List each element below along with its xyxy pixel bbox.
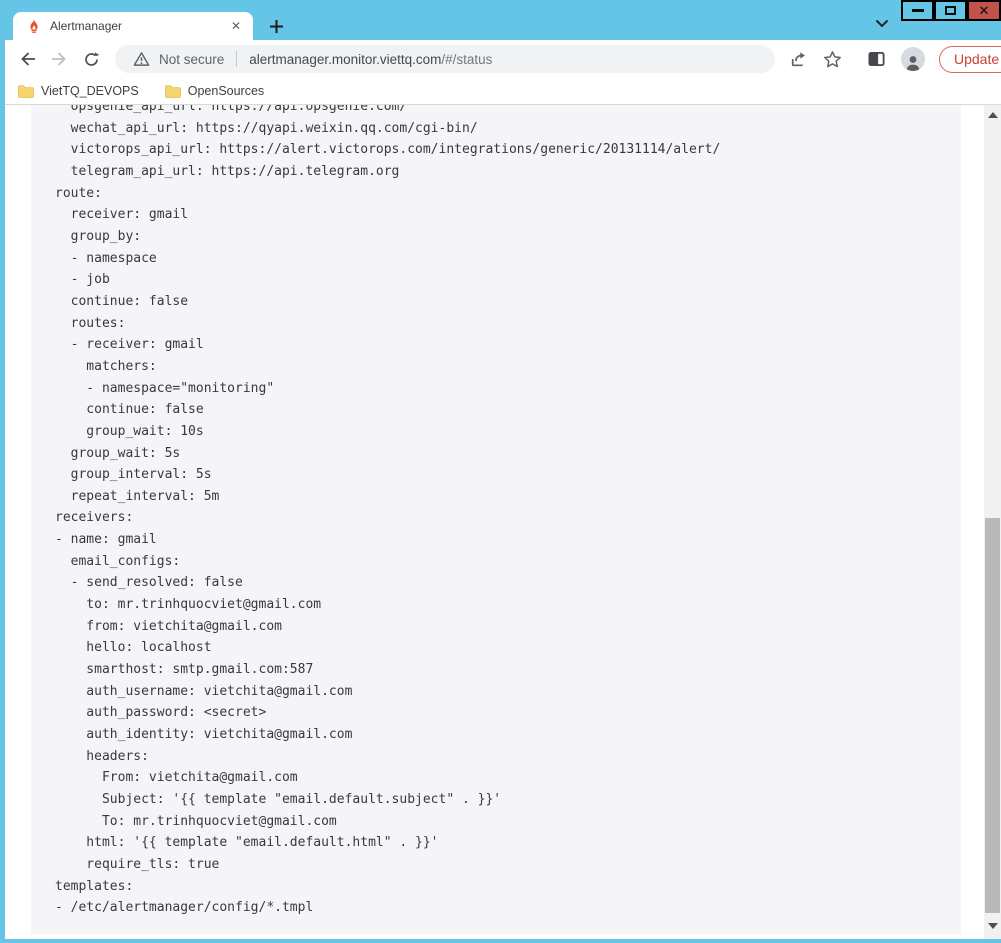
profile-avatar[interactable] [901,47,925,71]
tab-title: Alertmanager [50,19,123,33]
minimize-icon [911,9,924,12]
page-content: opsgenie_api_url: https://api.opsgenie.c… [0,105,1001,939]
minimize-button[interactable] [901,0,934,21]
close-icon: ✕ [978,3,990,18]
window-controls: ✕ [901,0,1001,21]
not-secure-warning-icon [133,52,150,66]
maximize-button[interactable] [934,0,967,21]
close-button[interactable]: ✕ [967,0,1001,21]
url-text: alertmanager.monitor.viettq.com/#/status [249,52,492,67]
security-label: Not secure [159,51,225,67]
tab-close-icon[interactable]: ✕ [227,17,245,35]
chrome-update-button[interactable]: Update [939,45,1001,73]
scroll-down-button[interactable] [984,918,1001,934]
update-label: Update [954,51,1000,67]
triangle-down-icon [987,923,998,929]
address-bar[interactable]: Not secure alertmanager.monitor.viettq.c… [115,45,775,73]
share-button[interactable] [783,44,813,74]
side-panel-icon [868,52,884,66]
chevron-down-icon [875,19,889,27]
url-domain: alertmanager.monitor.viettq.com [249,51,442,67]
back-button[interactable] [14,45,42,73]
back-arrow-icon [21,52,35,66]
share-icon [791,51,805,66]
vertical-scrollbar[interactable] [984,105,1001,939]
star-icon [823,50,841,67]
reload-button[interactable] [77,45,105,73]
bookmark-folder-viettq-devops[interactable]: VietTQ_DEVOPS [18,84,139,98]
bookmark-label: VietTQ_DEVOPS [41,84,139,98]
triangle-up-icon [987,112,998,118]
titlebar: Alertmanager ✕ ✕ [0,0,1001,40]
forward-arrow-icon [52,52,66,66]
folder-icon [18,84,34,98]
browser-toolbar: Not secure alertmanager.monitor.viettq.c… [0,40,1001,78]
bookmark-star-button[interactable] [817,44,847,74]
url-path: /#/status [441,51,493,67]
bookmark-label: OpenSources [187,84,265,98]
omnibox-divider [236,51,238,67]
bookmark-folder-opensources[interactable]: OpenSources [164,84,265,98]
alertmanager-config-yaml: opsgenie_api_url: https://api.opsgenie.c… [55,105,721,916]
new-tab-button[interactable] [264,14,288,38]
alertmanager-config-block: opsgenie_api_url: https://api.opsgenie.c… [31,105,961,934]
plus-icon [269,19,283,33]
maximize-icon [945,6,956,15]
reload-icon [84,51,99,66]
forward-button[interactable] [45,45,73,73]
person-icon [906,56,920,71]
scroll-up-button[interactable] [984,107,1001,123]
bookmarks-bar: VietTQ_DEVOPS OpenSources [0,78,1001,104]
window-frame-left [0,40,5,943]
side-panel-button[interactable] [861,44,891,74]
folder-icon [164,84,181,98]
tab-alertmanager[interactable]: Alertmanager ✕ [13,12,253,40]
window-frame-bottom [0,939,1001,943]
alertmanager-flame-icon [30,19,38,33]
tab-search-chevron-button[interactable] [872,13,892,33]
scrollbar-thumb[interactable] [985,518,1000,913]
